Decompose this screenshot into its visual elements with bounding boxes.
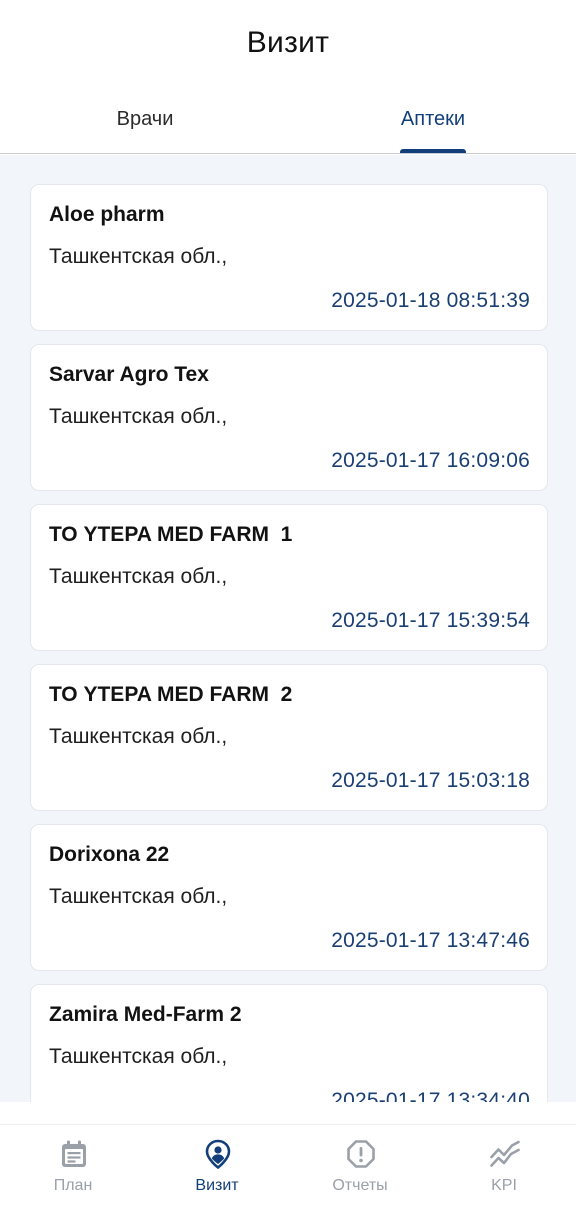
nav-item-kpi[interactable]: KPI [432, 1125, 576, 1208]
visit-list[interactable]: Aloe pharm Ташкентская обл., 2025-01-18 … [0, 155, 576, 1102]
pharmacy-name: ТО YTEPA MED FARM 1 [49, 523, 293, 546]
nav-item-reports[interactable]: Отчеты [288, 1125, 432, 1208]
nav-label: KPI [491, 1177, 517, 1194]
page-title: Визит [246, 26, 330, 59]
visit-card[interactable]: Zamira Med-Farm 2 Ташкентская обл., 2025… [30, 984, 548, 1102]
pharmacy-name: ТО YTEPA MED FARM 2 [49, 683, 293, 706]
visit-datetime: 2025-01-17 15:39:54 [331, 609, 530, 632]
visit-datetime: 2025-01-17 15:03:18 [331, 769, 530, 792]
bottom-navigation: План Визит Отчеты KPI [0, 1124, 576, 1208]
nav-label: План [53, 1177, 93, 1194]
tab-bar: Врачи Аптеки [0, 86, 576, 154]
pharmacy-name: Sarvar Agro Tex [49, 363, 209, 386]
pharmacy-name: Zamira Med-Farm 2 [49, 1003, 242, 1026]
tab-pharmacies[interactable]: Аптеки [340, 86, 526, 152]
nav-item-visit[interactable]: Визит [145, 1125, 289, 1208]
visit-card[interactable]: Aloe pharm Ташкентская обл., 2025-01-18 … [30, 184, 548, 331]
visit-card[interactable]: ТО YTEPA MED FARM 2 Ташкентская обл., 20… [30, 664, 548, 811]
pharmacy-region: Ташкентская обл., [49, 725, 228, 748]
visit-datetime: 2025-01-17 16:09:06 [331, 449, 530, 472]
pharmacy-region: Ташкентская обл., [49, 245, 228, 268]
location-pin-icon [205, 1139, 231, 1169]
pharmacy-name: Aloe pharm [49, 203, 165, 226]
pharmacy-region: Ташкентская обл., [49, 1045, 228, 1068]
visit-card[interactable]: Sarvar Agro Tex Ташкентская обл., 2025-0… [30, 344, 548, 491]
pharmacy-name: Dorixona 22 [49, 843, 170, 866]
tab-doctors[interactable]: Врачи [0, 86, 290, 152]
calendar-icon [62, 1140, 86, 1167]
nav-label: Отчеты [332, 1177, 388, 1194]
pharmacy-region: Ташкентская обл., [49, 405, 228, 428]
visit-card[interactable]: ТО YTEPA MED FARM 1 Ташкентская обл., 20… [30, 504, 548, 651]
nav-item-plan[interactable]: План [1, 1125, 145, 1208]
app-header: Визит [0, 0, 576, 86]
visit-card[interactable]: Dorixona 22 Ташкентская обл., 2025-01-17… [30, 824, 548, 971]
nav-label: Визит [195, 1177, 239, 1194]
visit-datetime: 2025-01-17 13:47:46 [331, 929, 530, 952]
pharmacy-region: Ташкентская обл., [49, 565, 228, 588]
visit-datetime: 2025-01-18 08:51:39 [331, 289, 530, 312]
visit-datetime: 2025-01-17 13:34:40 [331, 1089, 530, 1102]
alert-icon [347, 1140, 375, 1168]
active-tab-indicator [400, 149, 466, 153]
pharmacy-region: Ташкентская обл., [49, 885, 228, 908]
trend-chart-icon [490, 1140, 520, 1167]
